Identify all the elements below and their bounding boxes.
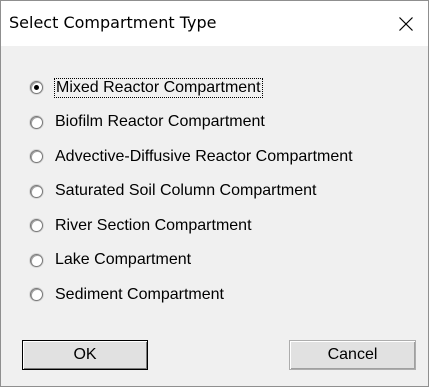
- option-lake[interactable]: Lake Compartment: [30, 250, 353, 271]
- radio-mixed-reactor[interactable]: [30, 81, 43, 94]
- dialog-title: Select Compartment Type: [9, 13, 217, 32]
- option-sediment[interactable]: Sediment Compartment: [30, 284, 353, 305]
- ok-button[interactable]: OK: [22, 340, 148, 370]
- radio-biofilm-reactor[interactable]: [30, 115, 43, 129]
- radio-sediment[interactable]: [30, 288, 43, 301]
- option-label: Sediment Compartment: [55, 285, 224, 303]
- option-label: Biofilm Reactor Compartment: [55, 113, 265, 130]
- close-button[interactable]: [383, 1, 428, 46]
- option-biofilm-reactor[interactable]: Biofilm Reactor Compartment: [30, 112, 353, 133]
- option-label: Advective-Diffusive Reactor Compartment: [55, 147, 353, 165]
- option-saturated-soil-column[interactable]: Saturated Soil Column Compartment: [30, 181, 353, 202]
- select-compartment-dialog: Select Compartment Type Mixed Reactor Co…: [0, 0, 429, 387]
- option-label: Saturated Soil Column Compartment: [55, 182, 317, 199]
- close-icon: [398, 16, 413, 31]
- radio-saturated-soil-column[interactable]: [30, 184, 43, 198]
- radio-lake[interactable]: [30, 253, 43, 267]
- option-label: Lake Compartment: [55, 251, 192, 268]
- option-label: River Section Compartment: [55, 216, 252, 234]
- title-bar: Select Compartment Type: [1, 1, 428, 46]
- option-advective-diffusive-reactor[interactable]: Advective-Diffusive Reactor Compartment: [30, 146, 353, 167]
- option-label: Mixed Reactor Compartment: [54, 77, 263, 98]
- cancel-button[interactable]: Cancel: [289, 340, 416, 370]
- compartment-type-options: Mixed Reactor Compartment Biofilm Reacto…: [30, 77, 353, 319]
- option-river-section[interactable]: River Section Compartment: [30, 215, 353, 236]
- radio-advective-diffusive-reactor[interactable]: [30, 150, 43, 163]
- option-mixed-reactor[interactable]: Mixed Reactor Compartment: [30, 77, 353, 98]
- radio-river-section[interactable]: [30, 219, 43, 232]
